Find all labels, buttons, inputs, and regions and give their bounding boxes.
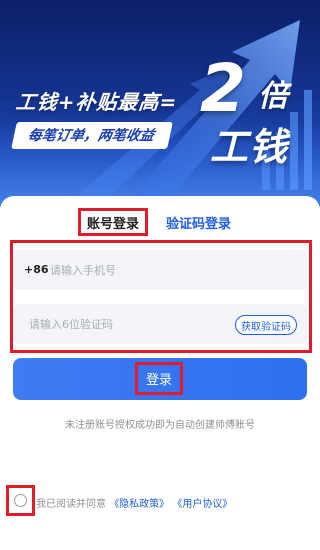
form-highlight-box xyxy=(10,240,312,353)
agreement-prefix: 我已阅读并同意 xyxy=(36,499,106,510)
privacy-policy-link[interactable]: 《隐私政策》 xyxy=(109,499,169,510)
tab-code-login[interactable]: 验证码登录 xyxy=(166,213,231,232)
user-agreement-link[interactable]: 《用户协议》 xyxy=(172,499,232,510)
banner-headline: 工钱+补贴最高= xyxy=(14,90,179,114)
banner-subtitle-pill: 每笔订单，两笔收益 xyxy=(11,122,173,149)
agreement-text: 我已阅读并同意 《隐私政策》 《用户协议》 xyxy=(36,495,232,510)
banner-big-unit: 倍 xyxy=(258,79,288,114)
login-button-label[interactable]: 登录 xyxy=(135,362,183,395)
banner-big-number: 2 xyxy=(200,50,246,127)
banner-big-text: 工钱 xyxy=(210,125,289,169)
register-notice: 未注册账号授权成功即为自动创建师傅账号 xyxy=(65,420,255,431)
agreement-checkbox-highlight xyxy=(6,485,35,516)
tab-account-login[interactable]: 账号登录 xyxy=(78,208,148,236)
promo-banner: 工钱+补贴最高= 每笔订单，两笔收益 2 倍 工钱 xyxy=(0,0,320,210)
